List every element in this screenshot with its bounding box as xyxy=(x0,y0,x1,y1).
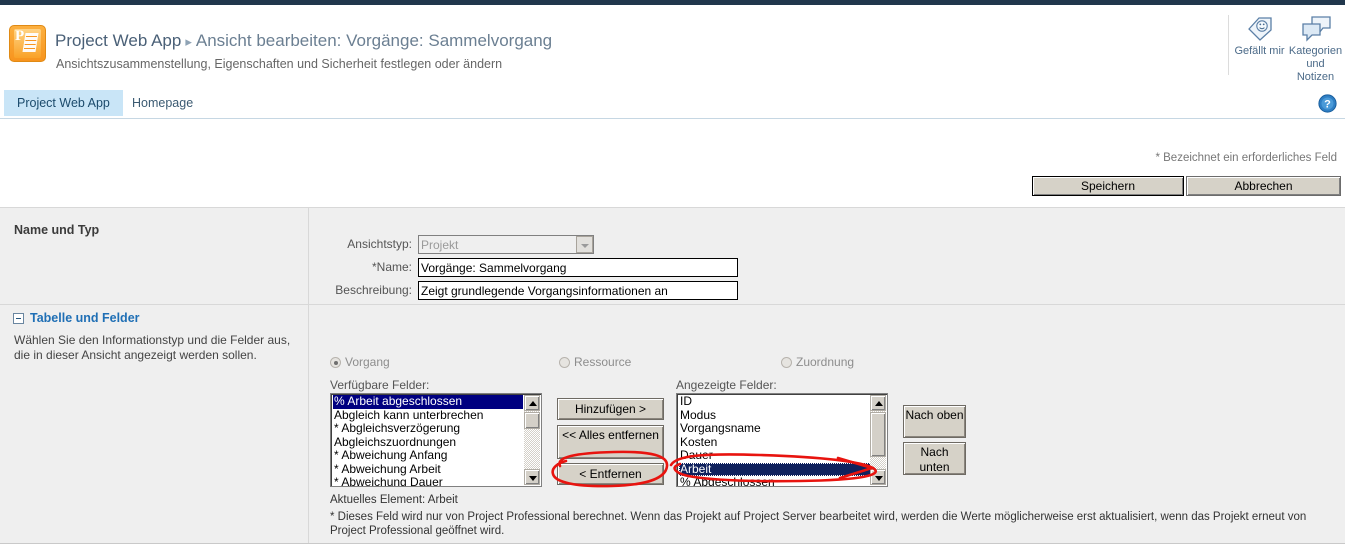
displayed-fields-list: ID Modus Vorgangsname Kosten Dauer Arbeit% Ab… xyxy=(679,395,874,486)
list-item[interactable]: * Abweichung Anfang xyxy=(333,449,523,463)
table-and-fields-title[interactable]: Tabelle und Felder xyxy=(30,311,140,325)
help-icon[interactable]: ? xyxy=(1318,94,1337,113)
description-input[interactable] xyxy=(418,281,738,300)
list-item[interactable]: * Abweichung Dauer xyxy=(333,476,523,486)
available-fields-label: Verfügbare Felder: xyxy=(330,378,430,392)
information-type-radio-group: Vorgang Ressource Zuordnung xyxy=(330,355,890,371)
radio-vorgang[interactable]: Vorgang xyxy=(330,355,390,369)
list-item[interactable]: Kosten xyxy=(679,436,869,450)
view-type-value xyxy=(418,235,594,254)
project-web-app-logo: P xyxy=(9,25,46,62)
tag-icon xyxy=(1232,13,1287,45)
breadcrumb-app-link[interactable]: Project Web App xyxy=(55,31,181,50)
description-label: Beschreibung: xyxy=(335,283,412,297)
list-item[interactable]: % Arbeit abgeschlossen xyxy=(333,395,523,409)
list-item[interactable]: * Abgleichsverzögerung xyxy=(333,422,523,436)
breadcrumb-separator-icon: ▸ xyxy=(185,34,192,49)
list-item[interactable]: Abgleichszuordnungen xyxy=(333,436,523,450)
list-item[interactable]: Abgleich kann unterbrechen xyxy=(333,409,523,423)
tab-project-web-app[interactable]: Project Web App xyxy=(4,90,123,116)
list-item[interactable]: Arbeit xyxy=(679,462,874,476)
scroll-up-icon[interactable] xyxy=(524,395,540,411)
header-divider xyxy=(1228,15,1229,75)
breadcrumb: Project Web App ▸ Ansicht bearbeiten: Vorg… xyxy=(55,31,552,51)
name-and-type-title: Name und Typ xyxy=(14,223,100,237)
scroll-thumb-2[interactable] xyxy=(870,412,886,457)
page-root: P Project Web App ▸ Ansicht bearbeiten: Vo… xyxy=(0,0,1345,544)
categories-notes-button[interactable]: Kategorien und Notizen xyxy=(1288,13,1343,84)
navigation-bar: Project Web App Homepage xyxy=(0,88,1345,119)
notes-icon xyxy=(1288,13,1343,45)
categories-notes-label: Kategorien und Notizen xyxy=(1288,45,1343,83)
list-item[interactable]: ID xyxy=(679,395,869,409)
add-field-button[interactable]: Hinzufügen > xyxy=(557,398,664,420)
like-button[interactable]: Gefällt mir xyxy=(1232,13,1287,58)
view-type-select[interactable] xyxy=(418,235,594,254)
name-and-type-panel: Name und Typ Ansichtstyp: *Name: Beschre… xyxy=(0,207,1345,305)
page-header: P Project Web App ▸ Ansicht bearbeiten: Vo… xyxy=(0,5,1345,88)
list-item[interactable]: Dauer xyxy=(679,449,869,463)
radio-dot-zuordnung xyxy=(781,357,792,368)
list-item[interactable]: Modus xyxy=(679,409,869,423)
table-and-fields-description: Wählen Sie den Informationstyp und die F… xyxy=(14,333,291,362)
list-item[interactable]: % Abgeschlossen xyxy=(679,476,869,486)
page-title: Ansicht bearbeiten: Vorgänge: Sammelvorg… xyxy=(195,31,553,50)
displayed-fields-label: Angezeigte Felder: xyxy=(676,378,777,392)
radio-dot-vorgang xyxy=(330,357,341,368)
radio-zuordnung[interactable]: Zuordnung xyxy=(781,355,854,369)
save-button[interactable]: Speichern xyxy=(1032,176,1184,196)
field-footnote: * Dieses Feld wird nur von Project Profe… xyxy=(330,511,1307,537)
move-down-button[interactable]: Nach unten xyxy=(903,442,966,475)
scroll-down-icon[interactable] xyxy=(524,469,540,485)
scroll-thumb[interactable] xyxy=(524,412,540,429)
remove-all-fields-button[interactable]: << Alles entfernen xyxy=(557,425,664,459)
available-fields-list: % Arbeit abgeschlossen Abgleich kann unte… xyxy=(333,395,523,486)
logo-letter: P xyxy=(15,28,25,44)
name-label: *Name: xyxy=(328,258,412,277)
remove-field-button[interactable]: < Entfernen xyxy=(557,463,664,485)
list-item[interactable]: * Abweichung Arbeit xyxy=(333,463,523,477)
panel-divider xyxy=(308,208,309,304)
available-fields-listbox[interactable]: % Arbeit abgeschlossen Abgleich kann unte… xyxy=(330,393,542,487)
move-up-button[interactable]: Nach oben xyxy=(903,405,966,438)
radio-label-zuordnung: Zuordnung xyxy=(796,355,855,369)
list-item[interactable]: Vorgangsname xyxy=(679,422,869,436)
radio-dot-ressource xyxy=(559,357,570,368)
radio-ressource[interactable]: Ressource xyxy=(559,355,631,369)
displayed-fields-listbox[interactable]: ID Modus Vorgangsname Kosten Dauer Arbeit% Ab… xyxy=(676,393,888,487)
tab-homepage[interactable]: Homepage xyxy=(119,90,206,116)
view-type-label: Ansichtstyp: xyxy=(347,237,412,251)
available-scrollbar[interactable] xyxy=(524,395,540,485)
displayed-scrollbar[interactable] xyxy=(870,395,886,485)
panel-divider-2 xyxy=(308,305,309,544)
radio-label-vorgang: Vorgang xyxy=(345,355,390,369)
name-label-text: Name: xyxy=(376,260,412,274)
scroll-down-icon-2[interactable] xyxy=(870,469,886,485)
like-label: Gefällt mir xyxy=(1234,45,1285,57)
scroll-up-icon-2[interactable] xyxy=(870,395,886,411)
collapse-toggle-icon[interactable] xyxy=(13,313,24,324)
chevron-down-icon[interactable] xyxy=(576,236,593,253)
name-input[interactable] xyxy=(418,258,738,277)
required-field-note: * Bezeichnet ein erforderliches Feld xyxy=(1155,152,1337,164)
page-subtitle: Ansichtszusammenstellung, Eigenschaften … xyxy=(56,57,503,71)
current-element-text: Aktuelles Element: Arbeit xyxy=(330,494,458,506)
radio-label-ressource: Ressource xyxy=(574,355,632,369)
cancel-button[interactable]: Abbrechen xyxy=(1186,176,1341,196)
help-glyph: ? xyxy=(1324,99,1331,111)
